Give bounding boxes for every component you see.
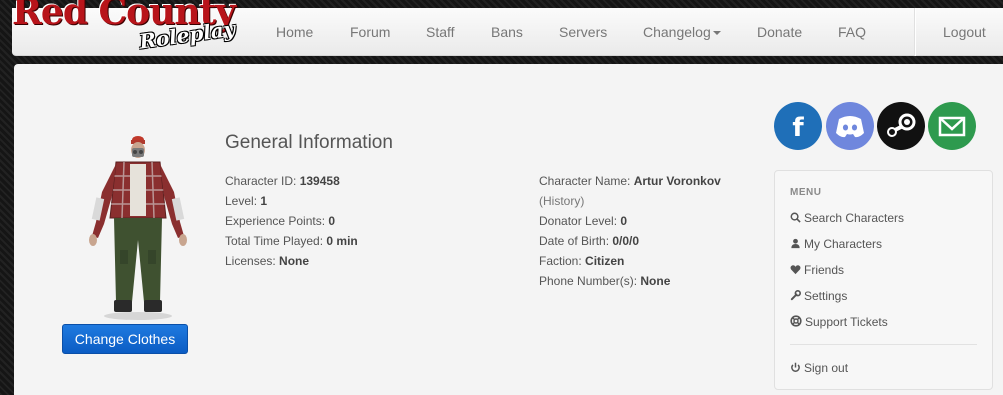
date-of-birth-row: Date of Birth: 0/0/0 [539,231,721,251]
history-row: (History) [539,191,721,211]
menu-friends[interactable]: Friends [790,263,844,277]
character-skin-image [89,136,187,320]
discord-icon [836,116,864,138]
time-played-value: 0 min [326,234,358,248]
user-icon [791,238,800,249]
discord-button[interactable] [826,102,874,150]
faction-label: Faction: [539,254,582,268]
power-icon [791,362,800,372]
menu-heading: MENU [790,187,822,198]
menu-my-characters-label: My Characters [804,237,883,251]
date-of-birth-value: 0/0/0 [612,234,640,248]
date-of-birth-label: Date of Birth: [539,234,610,248]
nav-bans[interactable]: Bans [491,24,523,40]
change-clothes-button[interactable]: Change Clothes [62,324,188,354]
experience-value: 0 [328,214,336,228]
steam-icon [887,113,916,137]
top-navbar: Red County Roleplay Home Forum Staff Ban… [12,0,1003,56]
general-information-title: General Information [225,132,393,153]
time-played-row: Total Time Played: 0 min [225,231,358,251]
experience-label: Experience Points: [225,214,326,228]
phone-row: Phone Number(s): None [539,271,721,291]
character-panel: Change Clothes General Information Chara… [14,64,1003,395]
menu-my-characters[interactable]: My Characters [790,237,882,251]
nav-logout[interactable]: Logout [943,24,986,40]
email-icon [938,116,966,137]
character-name-row: Character Name: Artur Voronkov [539,171,721,191]
search-icon [790,212,801,223]
menu-support-label: Support Tickets [805,315,888,329]
menu-divider [790,344,977,345]
donator-level-row: Donator Level: 0 [539,211,721,231]
facebook-icon: f [792,113,804,143]
menu-sign-out[interactable]: Sign out [790,361,848,375]
nav-changelog-label: Changelog [643,24,711,40]
lifebuoy-icon [790,315,802,327]
character-name-label: Character Name: [539,174,631,188]
licenses-row: Licenses: None [225,251,358,271]
steam-button[interactable] [877,102,925,150]
character-id-label: Character ID: [225,174,297,188]
nav-home[interactable]: Home [276,24,313,40]
character-id-row: Character ID: 139458 [225,171,358,191]
site-logo[interactable]: Red County Roleplay [12,0,262,54]
info-column-right: Character Name: Artur Voronkov (History)… [539,171,721,291]
licenses-label: Licenses: [225,254,276,268]
character-id-value: 139458 [299,174,340,188]
experience-row: Experience Points: 0 [225,211,358,231]
faction-value: Citizen [585,254,625,268]
character-name-value: Artur Voronkov [633,174,721,188]
level-value: 1 [260,194,268,208]
nav-forum[interactable]: Forum [350,24,390,40]
info-column-left: Character ID: 139458 Level: 1 Experience… [225,171,358,271]
history-link[interactable]: (History) [539,194,584,208]
phone-label: Phone Number(s): [539,274,638,288]
menu-friends-label: Friends [804,263,845,277]
phone-value: None [640,274,671,288]
menu-settings-label: Settings [804,289,848,303]
time-played-label: Total Time Played: [225,234,324,248]
heart-icon [790,265,801,275]
caret-down-icon [712,31,721,36]
nav-servers[interactable]: Servers [559,24,607,40]
menu-sign-out-label: Sign out [804,361,849,375]
svg-text:f: f [792,113,804,143]
menu-search-label: Search Characters [804,211,905,225]
nav-changelog[interactable]: Changelog [643,24,721,40]
wrench-icon [790,290,801,301]
level-label: Level: [225,194,258,208]
menu-search-characters[interactable]: Search Characters [790,211,904,225]
nav-divider [914,8,915,56]
nav-donate[interactable]: Donate [757,24,802,40]
side-menu: MENU Search Characters My Characters Fri… [774,170,993,390]
licenses-value: None [279,254,310,268]
email-button[interactable] [928,102,976,150]
facebook-button[interactable]: f [774,102,822,150]
donator-level-value: 0 [620,214,628,228]
nav-faq[interactable]: FAQ [838,24,866,40]
menu-support-tickets[interactable]: Support Tickets [790,315,888,329]
faction-row: Faction: Citizen [539,251,721,271]
nav-staff[interactable]: Staff [426,24,455,40]
menu-settings[interactable]: Settings [790,289,847,303]
donator-level-label: Donator Level: [539,214,618,228]
level-row: Level: 1 [225,191,358,211]
